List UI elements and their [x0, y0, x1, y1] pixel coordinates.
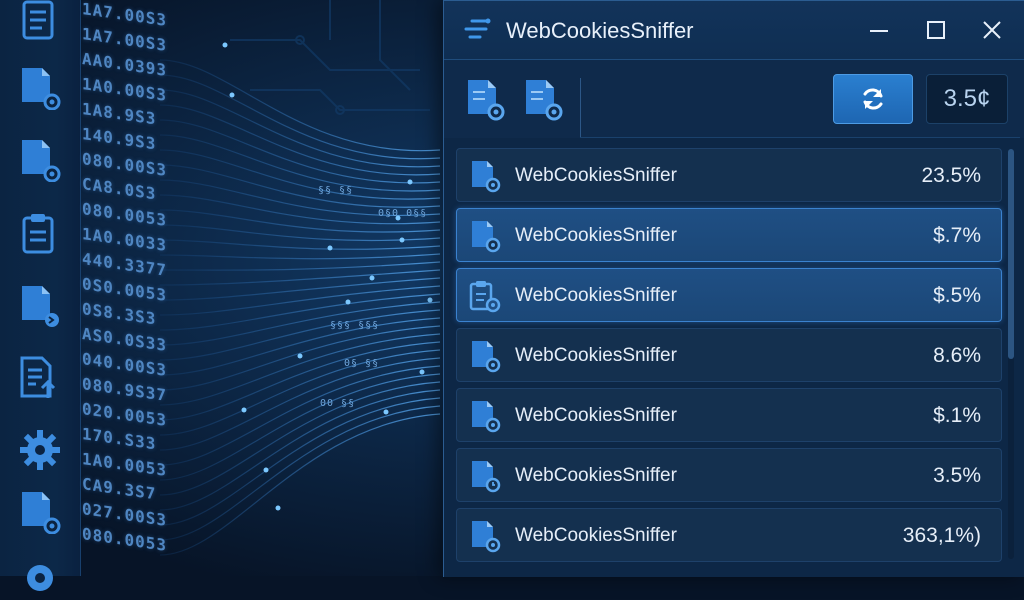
list-item-name: WebCookiesSniffer	[515, 465, 677, 486]
glow-dot	[222, 42, 228, 48]
scrollbar[interactable]	[1008, 149, 1014, 559]
cookie-list: WebCookiesSniffer 23.5% WebCookiesSniffer $…	[456, 148, 1003, 568]
glow-dot	[263, 467, 269, 473]
clipboard-gear-icon	[467, 279, 501, 313]
stream-number: §§§ §§§	[330, 320, 380, 331]
file-gear-icon	[18, 490, 62, 534]
file-gear-icon[interactable]	[520, 78, 564, 122]
list-item-name: WebCookiesSniffer	[515, 165, 677, 186]
file-clock-icon	[467, 459, 501, 493]
file-gear-icon	[18, 138, 62, 182]
toolbar-divider	[580, 78, 581, 138]
list-item-value: 363,1%)	[902, 524, 981, 547]
glow-dot	[345, 299, 351, 305]
toolbar-divider	[580, 137, 1020, 138]
value-display: 3.5¢	[926, 74, 1008, 124]
glow-dot	[229, 92, 235, 98]
file-gear-icon	[467, 339, 501, 373]
file-gear-icon[interactable]	[462, 78, 506, 122]
stream-number: 0§0 0§§	[378, 208, 428, 219]
window-title: WebCookiesSniffer	[506, 18, 694, 43]
glow-dot	[327, 245, 333, 251]
list-item-value: $.5%	[933, 284, 981, 307]
stream-number: 00 §§	[320, 398, 356, 409]
file-list-icon	[18, 0, 62, 44]
glow-dot	[297, 353, 303, 359]
file-upload-icon	[18, 356, 62, 400]
toolbar: 3.5¢	[444, 60, 1024, 138]
list-item-name: WebCookiesSniffer	[515, 285, 677, 306]
scroll-thumb[interactable]	[1008, 149, 1014, 359]
list-item-value: 23.5%	[921, 164, 981, 187]
list-item[interactable]: WebCookiesSniffer $.7%	[456, 208, 1002, 262]
glow-dot	[419, 369, 425, 375]
app-window: WebCookiesSniffer 3.5¢ WebCookiesSniffer…	[443, 0, 1024, 577]
list-item-value: 8.6%	[933, 344, 981, 367]
glow-dot	[427, 297, 433, 303]
number-column: 1A7.00S3 1A7.00S3 AA0.0393 1A0.00S3 1A8.9S3 1…	[82, 0, 202, 563]
file-arrow-icon	[18, 284, 62, 328]
list-item-name: WebCookiesSniffer	[515, 405, 677, 426]
glow-dot	[369, 275, 375, 281]
glow-dot	[383, 409, 389, 415]
list-item[interactable]: WebCookiesSniffer $.1%	[456, 388, 1002, 442]
minimize-icon[interactable]	[864, 15, 894, 45]
clipboard-icon	[18, 212, 62, 256]
list-item[interactable]: WebCookiesSniffer 23.5%	[456, 148, 1002, 202]
list-item[interactable]: WebCookiesSniffer 8.6%	[456, 328, 1002, 382]
list-item[interactable]: WebCookiesSniffer 3.5%	[456, 448, 1002, 502]
stream-number: §§ §§	[318, 185, 354, 196]
list-item-value: $.1%	[933, 404, 981, 427]
gear-icon	[18, 556, 62, 600]
file-gear-icon	[467, 399, 501, 433]
refresh-icon	[863, 88, 883, 110]
close-icon[interactable]	[977, 15, 1007, 45]
list-item-value: $.7%	[933, 224, 981, 247]
file-gear-icon	[467, 519, 501, 553]
file-gear-icon	[467, 159, 501, 193]
glow-dot	[275, 505, 281, 511]
list-item[interactable]: WebCookiesSniffer 363,1%)	[456, 508, 1002, 562]
glow-dot	[241, 407, 247, 413]
glow-dot	[407, 179, 413, 185]
file-gear-icon	[467, 219, 501, 253]
list-item-name: WebCookiesSniffer	[515, 525, 677, 546]
maximize-icon[interactable]	[921, 15, 951, 45]
list-item[interactable]: WebCookiesSniffer $.5%	[456, 268, 1002, 322]
side-icon-strip	[0, 0, 81, 591]
list-item-name: WebCookiesSniffer	[515, 345, 677, 366]
list-item-value: 3.5%	[933, 464, 981, 487]
file-gear-icon	[18, 66, 62, 110]
list-item-name: WebCookiesSniffer	[515, 225, 677, 246]
stream-number: 0§ §§	[344, 358, 380, 369]
glow-dot	[399, 237, 405, 243]
refresh-button[interactable]	[833, 74, 913, 124]
app-lines-icon	[462, 17, 492, 43]
gear-icon	[18, 428, 62, 472]
title-bar[interactable]: WebCookiesSniffer	[444, 1, 1024, 60]
